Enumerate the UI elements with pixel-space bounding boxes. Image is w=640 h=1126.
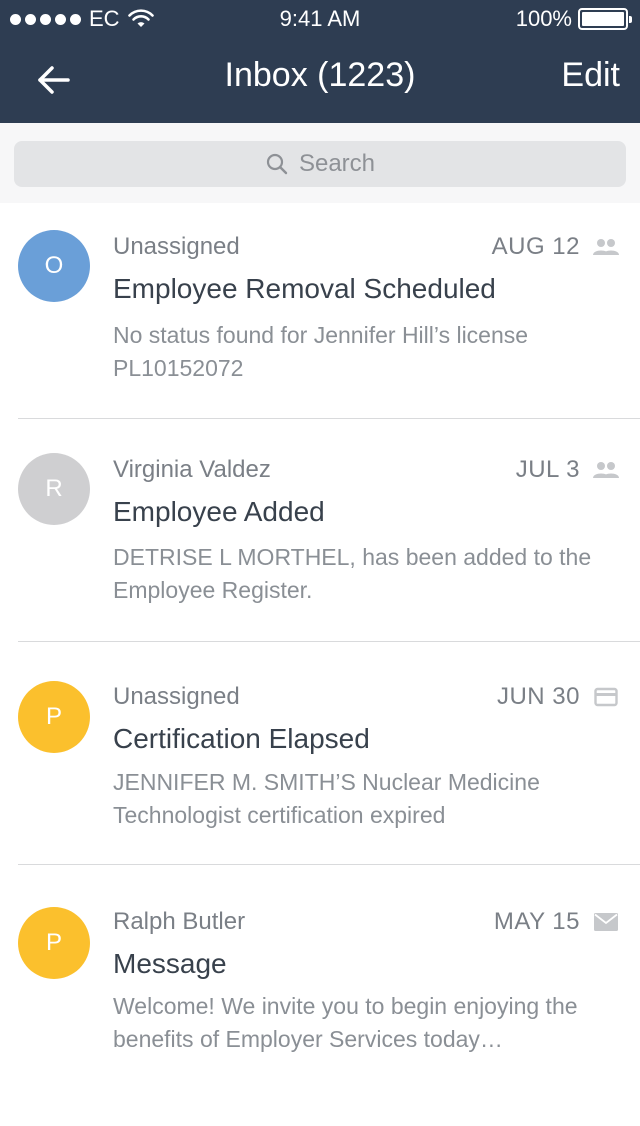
nav-bar: Inbox (1223) Edit: [0, 38, 640, 123]
search-bar-container: Search: [0, 123, 640, 203]
avatar: O: [18, 230, 90, 302]
group-icon: [592, 235, 620, 259]
search-input[interactable]: Search: [14, 141, 626, 187]
message-row[interactable]: R Virginia Valdez JUL 3 Employee Added D…: [0, 419, 640, 642]
message-sender: Unassigned: [113, 233, 240, 260]
message-sender: Ralph Butler: [113, 908, 246, 935]
message-subject: Employee Removal Scheduled: [113, 273, 496, 304]
search-icon: [266, 153, 288, 175]
message-preview: No status found for Jennifer Hill’s lice…: [113, 322, 529, 381]
avatar: P: [18, 681, 90, 753]
page-title: Inbox (1223): [224, 56, 416, 94]
app-header: EC 9:41 AM 100% Inbox (1223) Edit: [0, 0, 640, 123]
message-subject: Message: [113, 948, 227, 979]
group-icon: [592, 458, 620, 482]
battery-percent: 100%: [515, 6, 572, 31]
status-bar: EC 9:41 AM 100%: [0, 0, 640, 38]
message-preview: JENNIFER M. SMITH’S Nuclear Medicine Tec…: [113, 769, 540, 828]
message-date: JUN 30: [496, 683, 580, 710]
status-right: 100%: [515, 6, 632, 32]
avatar: R: [18, 453, 90, 525]
message-row[interactable]: P Ralph Butler MAY 15 Message Welcome! W…: [0, 865, 640, 1105]
card-icon: [592, 685, 620, 709]
edit-button[interactable]: Edit: [561, 56, 620, 95]
message-subject: Employee Added: [113, 496, 325, 527]
avatar: P: [18, 907, 90, 979]
back-button[interactable]: [30, 60, 78, 100]
message-preview: DETRISE L MORTHEL, has been added to the…: [113, 544, 592, 603]
message-date: MAY 15: [493, 908, 580, 935]
message-date: AUG 12: [491, 233, 580, 260]
back-arrow-icon: [38, 66, 70, 94]
message-subject: Certification Elapsed: [113, 723, 370, 754]
search-placeholder: Search: [298, 150, 376, 177]
message-row[interactable]: O Unassigned AUG 12 Employee Removal Sch…: [0, 203, 640, 419]
message-date: JUL 3: [515, 456, 580, 483]
message-preview: Welcome! We invite you to begin enjoying…: [113, 993, 578, 1052]
message-sender: Virginia Valdez: [113, 456, 271, 483]
message-sender: Unassigned: [113, 683, 240, 710]
battery-icon: [578, 8, 632, 30]
message-list: O Unassigned AUG 12 Employee Removal Sch…: [0, 203, 640, 1105]
message-row[interactable]: P Unassigned JUN 30 Certification Elapse…: [0, 642, 640, 865]
envelope-icon: [592, 910, 620, 934]
